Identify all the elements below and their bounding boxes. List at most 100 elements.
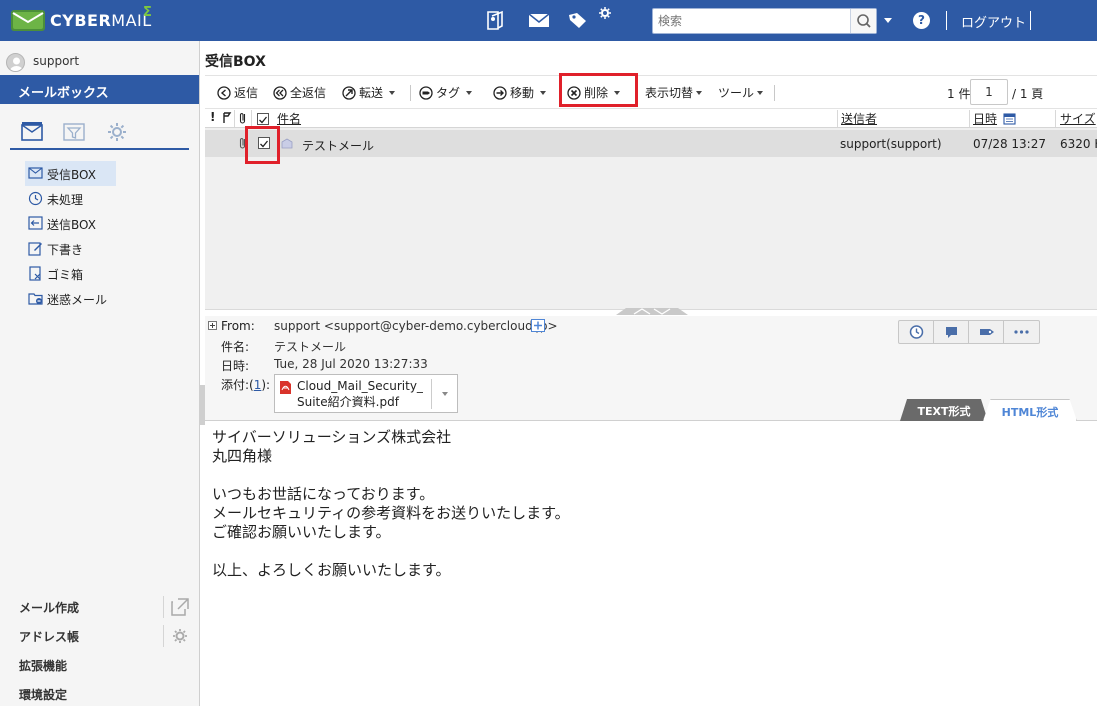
forward-icon <box>342 86 356 100</box>
body-line: 以上、よろしくお願いいたします。 <box>212 561 451 579</box>
flag-icon[interactable] <box>222 112 232 124</box>
external-icon <box>171 598 189 616</box>
column-divider <box>1055 110 1056 127</box>
search-input[interactable] <box>653 9 849 33</box>
folder-sent[interactable]: 送信BOX <box>25 211 116 236</box>
attachment-name: Cloud_Mail_Security_Suite紹介資料.pdf <box>297 379 423 409</box>
filter-icon[interactable] <box>62 121 86 143</box>
select-all-checkbox[interactable] <box>257 113 269 125</box>
logo-text: CYBERMAIL <box>50 11 152 30</box>
folder-inbox[interactable]: 受信BOX <box>25 161 116 186</box>
clock-icon <box>909 325 924 339</box>
open-new-window-button[interactable] <box>163 596 191 618</box>
mail-row[interactable]: テストメール support(support) 07/28 13:27 6320… <box>205 130 1097 157</box>
move-button[interactable]: 移動 <box>493 84 547 102</box>
help-icon[interactable]: ? <box>913 12 930 29</box>
reply-button[interactable]: 返信 <box>217 84 258 102</box>
reply-all-icon <box>273 86 287 100</box>
opened-mail-icon <box>281 138 293 149</box>
gear-icon <box>173 629 187 643</box>
search-button[interactable] <box>850 9 876 33</box>
more-icon <box>1014 330 1029 334</box>
folder-list: 受信BOX 未処理 送信BOX 下書き ゴミ箱 迷惑メール <box>25 161 200 311</box>
page-total: / 1 頁 <box>1012 87 1044 101</box>
inbox-icon <box>28 167 43 179</box>
view-toggle-button[interactable]: 表示切替 <box>645 84 703 102</box>
sidebar-bottom: メール作成 アドレス帳 拡張機能 環境設定 <box>0 593 199 709</box>
reminder-button[interactable] <box>899 321 934 343</box>
column-subject[interactable]: 件名 <box>277 110 301 127</box>
folder-spam[interactable]: 迷惑メール <box>25 286 116 311</box>
folder-drafts[interactable]: 下書き <box>25 236 116 261</box>
column-date[interactable]: 日時 <box>973 110 997 127</box>
body-line: 丸四角様 <box>212 447 273 465</box>
extensions[interactable]: 拡張機能 <box>0 651 199 680</box>
mail-icon[interactable] <box>527 9 551 31</box>
divider <box>1030 11 1031 30</box>
expand-icon[interactable] <box>208 321 217 330</box>
tag-icon[interactable] <box>566 9 590 31</box>
contacts-icon[interactable] <box>484 9 508 31</box>
sidebar: support メールボックス 受信BOX 未処理 送信BOX 下書き ゴミ箱 … <box>0 41 200 706</box>
column-sender[interactable]: 送信者 <box>841 110 877 127</box>
column-important[interactable]: ! <box>210 110 215 124</box>
chevron-down-icon <box>696 91 703 95</box>
reply-all-button[interactable]: 全返信 <box>273 84 326 102</box>
reply-icon <box>217 86 231 100</box>
user-name: support <box>33 54 80 68</box>
column-divider <box>969 110 970 127</box>
attachment-menu-button[interactable] <box>431 379 457 409</box>
search-options-caret-icon[interactable] <box>884 18 892 23</box>
chevron-down-icon <box>389 91 396 95</box>
highlight-checkbox <box>245 126 280 164</box>
mail-action-buttons <box>898 320 1040 344</box>
logo-sigma: Σ <box>143 5 152 20</box>
mailbox-header: メールボックス <box>0 75 199 104</box>
body-line: メールセキュリティの参考資料をお送りいたします。 <box>212 504 570 522</box>
mail-subject: テストメール <box>302 139 375 153</box>
forward-button[interactable]: 転送 <box>342 84 396 102</box>
column-size[interactable]: サイズ <box>1060 110 1096 127</box>
comment-button[interactable] <box>934 321 969 343</box>
attachment-icon[interactable] <box>238 111 248 125</box>
gear-icon[interactable] <box>105 121 129 143</box>
folder-trash[interactable]: ゴミ箱 <box>25 261 116 286</box>
column-divider <box>251 110 252 127</box>
folder-unprocessed[interactable]: 未処理 <box>25 186 116 211</box>
tag-button[interactable]: タグ <box>419 84 473 102</box>
settings-small-icon[interactable] <box>598 6 612 20</box>
tools-button[interactable]: ツール <box>718 84 764 102</box>
divider <box>946 11 947 30</box>
check-icon <box>259 116 268 124</box>
address-book-settings-button[interactable] <box>163 625 191 647</box>
add-contact-icon[interactable] <box>531 319 545 332</box>
preferences[interactable]: 環境設定 <box>0 680 199 709</box>
folder-label: 迷惑メール <box>47 293 108 307</box>
date-value: Tue, 28 Jul 2020 13:27:33 <box>274 357 428 371</box>
tab-html-format[interactable]: HTML形式 <box>983 399 1077 421</box>
attachment-label: 添付:(1): <box>221 378 271 392</box>
page-number-input[interactable]: 1 <box>970 79 1008 105</box>
logout-link[interactable]: ログアウト <box>961 12 1026 31</box>
result-count: 1 件 <box>947 87 971 101</box>
chevron-down-icon <box>540 91 547 95</box>
clock-icon <box>28 191 43 206</box>
tab-text-format[interactable]: TEXT形式 <box>900 399 988 421</box>
address-book[interactable]: アドレス帳 <box>0 622 199 651</box>
calendar-icon[interactable] <box>1003 112 1016 125</box>
toolbar-divider <box>410 85 411 101</box>
compose-mail[interactable]: メール作成 <box>0 593 199 622</box>
from-value[interactable]: support <support@cyber-demo.cybercloud.j… <box>274 319 558 333</box>
mail-icon[interactable] <box>20 121 44 143</box>
search-box <box>652 8 877 34</box>
move-icon <box>493 86 507 100</box>
attachment-item[interactable]: Cloud_Mail_Security_Suite紹介資料.pdf <box>274 374 458 413</box>
pane-splitter-handle[interactable] <box>616 308 688 315</box>
subject-label: 件名: <box>221 340 250 354</box>
mail-body: サイバーソリューションズ株式会社 丸四角様 いつもお世話になっております。 メー… <box>212 428 570 580</box>
more-button[interactable] <box>1004 321 1039 343</box>
user-row[interactable]: support <box>0 41 200 75</box>
pdf-file-icon <box>280 381 291 394</box>
label-button[interactable] <box>969 321 1004 343</box>
column-divider <box>837 110 838 127</box>
